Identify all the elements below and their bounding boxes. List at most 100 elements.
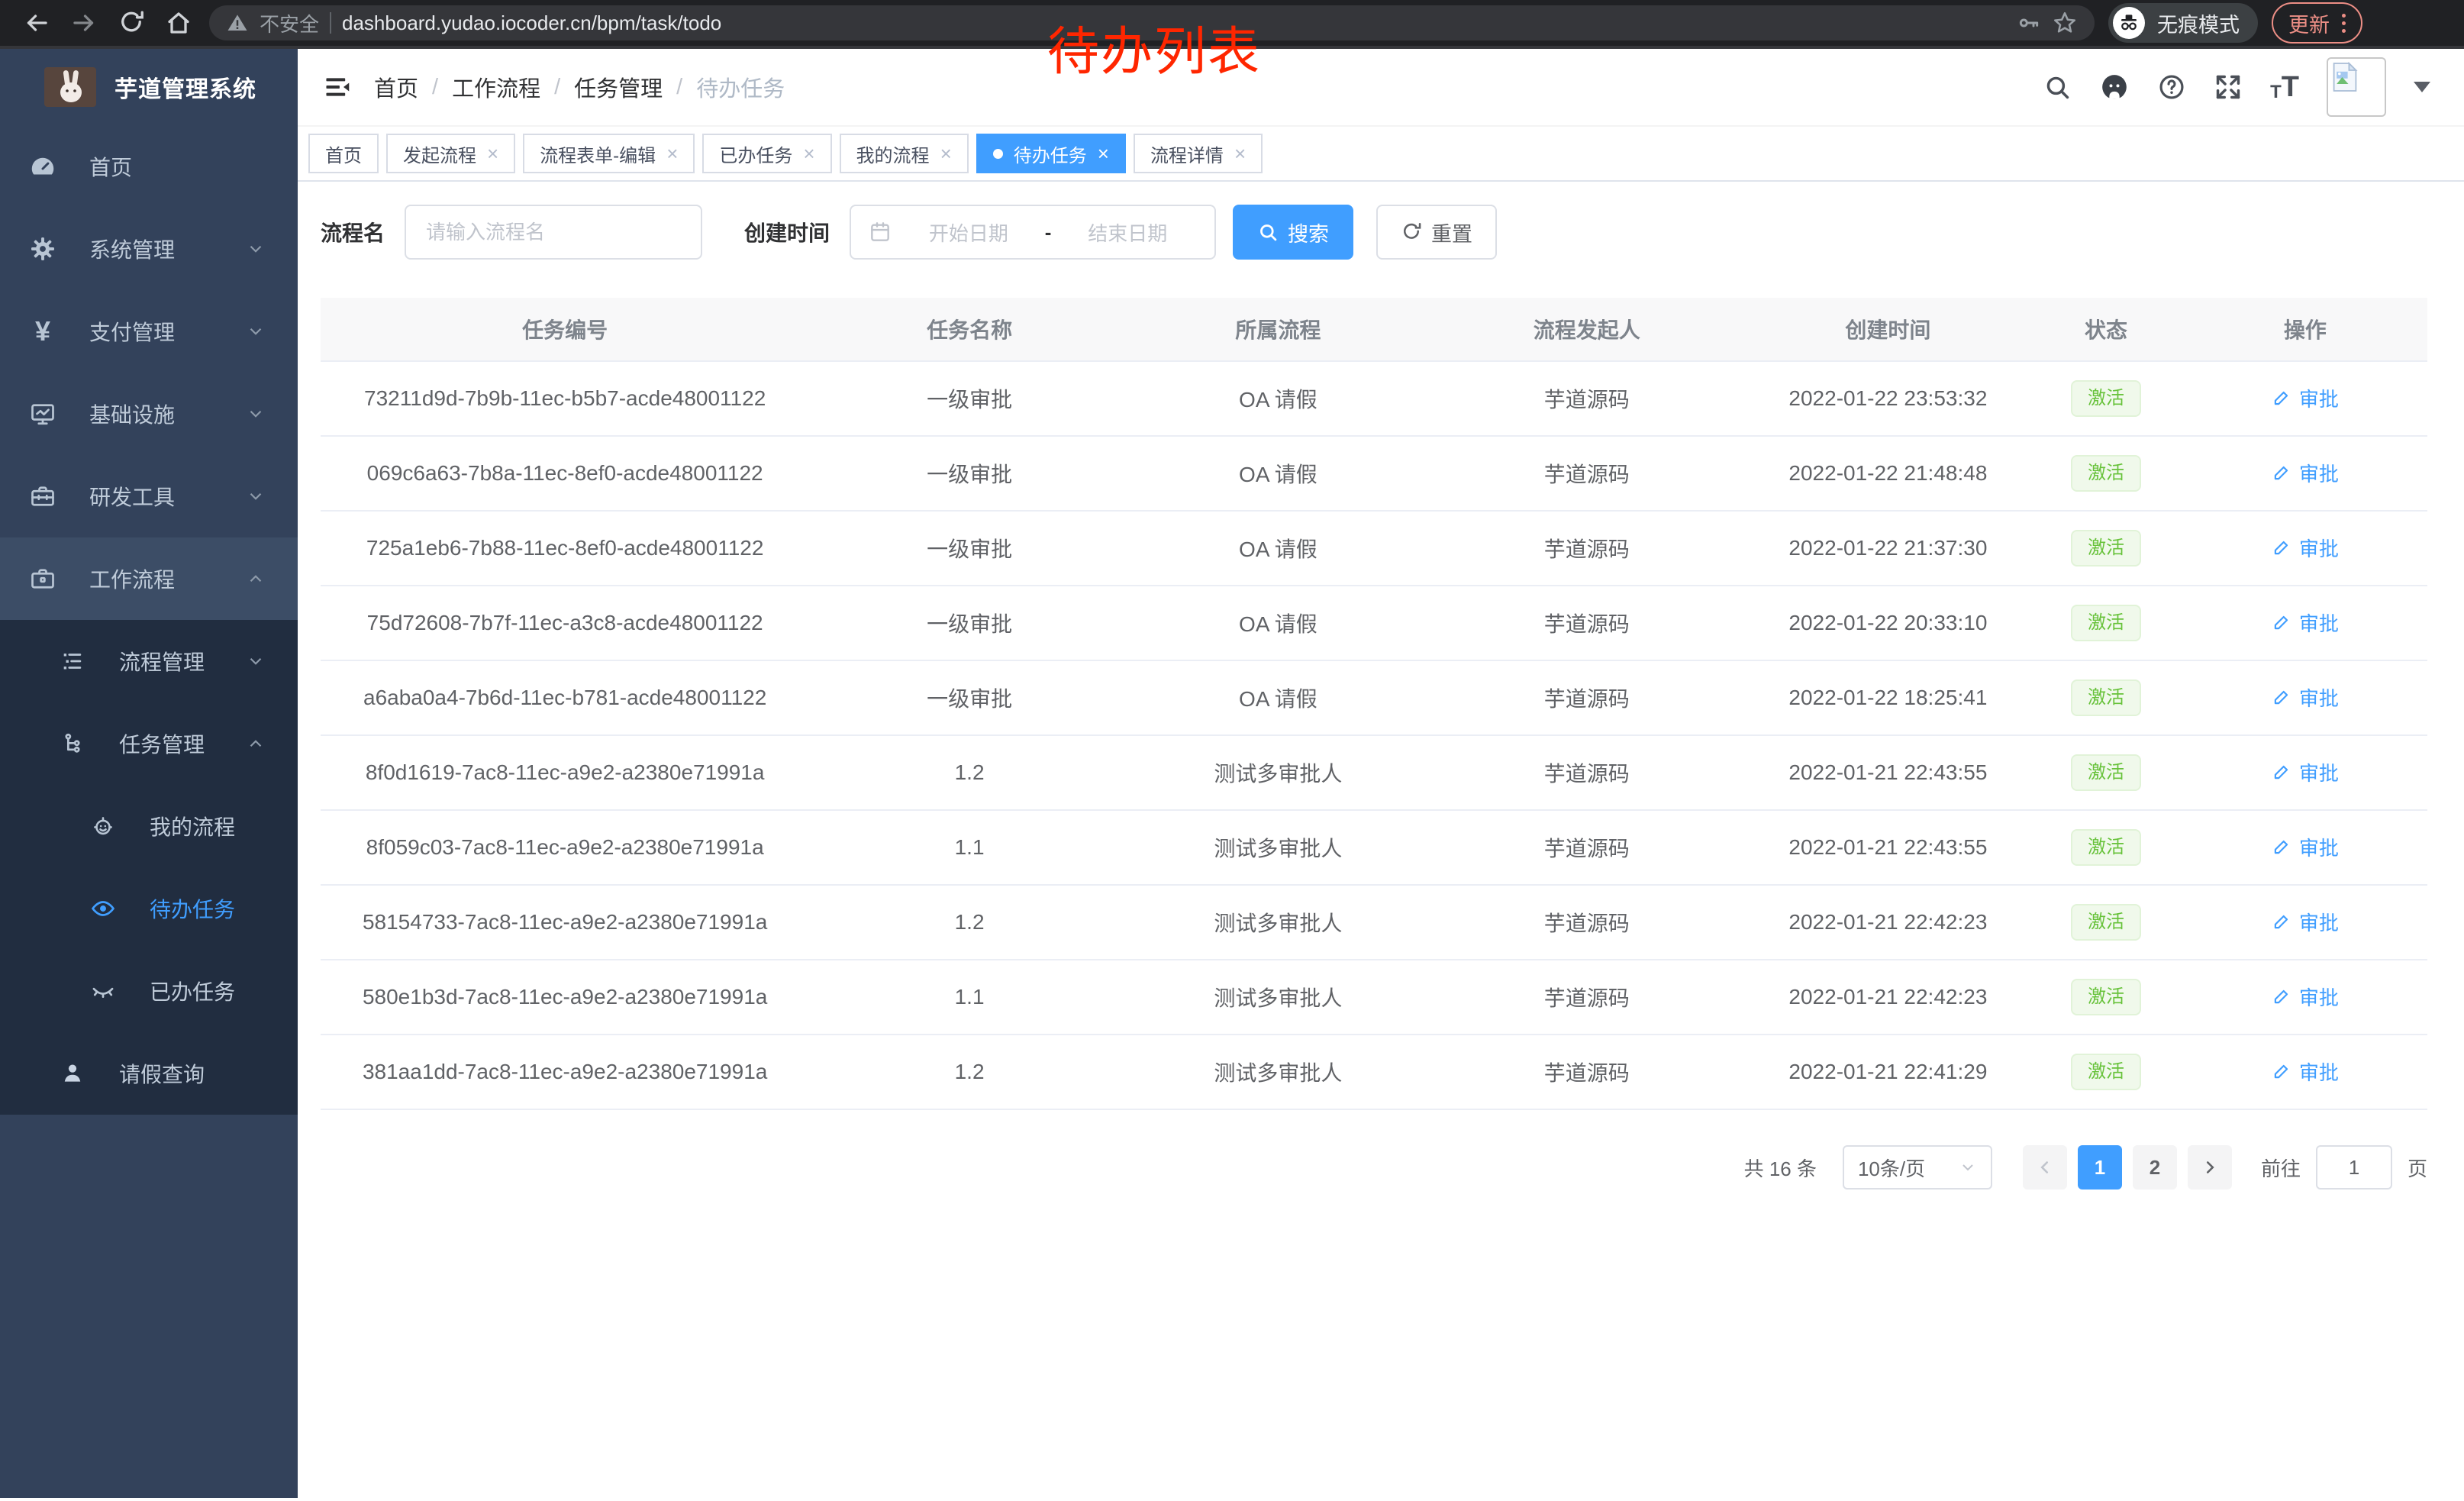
reset-button[interactable]: 重置 — [1376, 205, 1497, 260]
pencil-icon — [2272, 986, 2291, 1006]
approve-link[interactable]: 审批 — [2272, 608, 2339, 637]
gear-icon — [25, 235, 60, 263]
sidebar-item-infra[interactable]: 基础设施 — [0, 373, 298, 455]
task-name: 一级审批 — [809, 436, 1130, 511]
chevron-down-icon — [1959, 1158, 1977, 1177]
tab-start-process[interactable]: 发起流程× — [386, 134, 515, 173]
monitor-icon — [25, 400, 60, 428]
process-name-input[interactable] — [405, 205, 702, 260]
tab-todo-tasks[interactable]: 待办任务× — [976, 134, 1126, 173]
sidebar-item-task-mgmt[interactable]: 任务管理 — [0, 702, 298, 785]
tab-home[interactable]: 首页 — [308, 134, 379, 173]
close-icon[interactable]: × — [803, 144, 814, 163]
page-1-button[interactable]: 1 — [2078, 1145, 2122, 1190]
tab-process-detail[interactable]: 流程详情× — [1134, 134, 1263, 173]
approve-link[interactable]: 审批 — [2272, 1057, 2339, 1086]
fullscreen-icon[interactable] — [2214, 73, 2243, 102]
approve-link[interactable]: 审批 — [2272, 534, 2339, 562]
search-button[interactable]: 搜索 — [1233, 205, 1353, 260]
incognito-badge: 无痕模式 — [2108, 3, 2258, 43]
help-icon[interactable] — [2157, 73, 2186, 102]
app-logo — [44, 67, 96, 107]
task-name: 1.1 — [809, 810, 1130, 885]
sidebar-label: 已办任务 — [150, 976, 235, 1006]
prev-page-button[interactable] — [2023, 1145, 2067, 1190]
col-initiator: 流程发起人 — [1427, 298, 1747, 361]
page-size-select[interactable]: 10条/页 — [1843, 1145, 1992, 1190]
update-button[interactable]: 更新 — [2272, 2, 2362, 44]
close-icon[interactable]: × — [487, 144, 498, 163]
sidebar-item-payment[interactable]: ¥ 支付管理 — [0, 290, 298, 373]
chevron-down-icon — [246, 239, 266, 259]
col-status: 状态 — [2029, 298, 2182, 361]
font-size-icon[interactable]: TT — [2270, 73, 2299, 102]
close-icon[interactable]: × — [666, 144, 678, 163]
screen: 不安全 dashboard.yudao.iocoder.cn/bpm/task/… — [0, 0, 2464, 1501]
sidebar-item-system[interactable]: 系统管理 — [0, 208, 298, 290]
person-icon — [55, 1060, 90, 1086]
bookmark-star-icon[interactable] — [2052, 10, 2078, 36]
status-badge: 激活 — [2071, 754, 2141, 791]
browser-home-icon[interactable] — [162, 6, 195, 40]
table-header-row: 任务编号 任务名称 所属流程 流程发起人 创建时间 状态 操作 — [321, 298, 2427, 361]
refresh-icon — [1401, 221, 1422, 243]
key-icon[interactable] — [2017, 11, 2041, 35]
close-icon[interactable]: × — [1234, 144, 1246, 163]
task-initiator: 芋道源码 — [1427, 586, 1747, 660]
task-name: 1.1 — [809, 960, 1130, 1035]
search-icon[interactable] — [2043, 73, 2072, 102]
page-2-button[interactable]: 2 — [2133, 1145, 2177, 1190]
goto-page-input[interactable] — [2316, 1145, 2392, 1190]
sidebar-collapse-icon[interactable] — [324, 75, 351, 99]
sidebar-item-leave-query[interactable]: 请假查询 — [0, 1032, 298, 1115]
status-badge: 激活 — [2071, 605, 2141, 641]
approve-link[interactable]: 审批 — [2272, 833, 2339, 861]
task-process: 测试多审批人 — [1130, 885, 1427, 960]
task-id: a6aba0a4-7b6d-11ec-b781-acde48001122 — [321, 660, 809, 735]
sidebar-item-my-process[interactable]: 我的流程 — [0, 785, 298, 867]
sidebar-item-workflow[interactable]: 工作流程 — [0, 537, 298, 620]
chevron-down-icon — [246, 404, 266, 424]
approve-link[interactable]: 审批 — [2272, 384, 2339, 412]
github-icon[interactable] — [2099, 72, 2130, 102]
sidebar-item-todo-tasks[interactable]: 待办任务 — [0, 867, 298, 950]
tab-form-edit[interactable]: 流程表单-编辑× — [523, 134, 695, 173]
avatar-dropdown-icon[interactable] — [2414, 82, 2430, 92]
task-created: 2022-01-22 20:33:10 — [1747, 586, 2030, 660]
browser-reload-icon[interactable] — [114, 6, 148, 40]
task-id: 725a1eb6-7b88-11ec-8ef0-acde48001122 — [321, 511, 809, 586]
sidebar-item-home[interactable]: 首页 — [0, 125, 298, 208]
browser-menu-icon[interactable] — [2342, 14, 2346, 33]
breadcrumb-item[interactable]: 任务管理 — [574, 71, 663, 103]
approve-link[interactable]: 审批 — [2272, 758, 2339, 786]
task-id: 381aa1dd-7ac8-11ec-a9e2-a2380e71991a — [321, 1035, 809, 1109]
breadcrumb-item[interactable]: 工作流程 — [452, 71, 540, 103]
approve-link[interactable]: 审批 — [2272, 683, 2339, 712]
status-badge: 激活 — [2071, 679, 2141, 716]
sidebar-label: 请假查询 — [119, 1058, 205, 1089]
close-icon[interactable]: × — [1098, 144, 1109, 163]
sidebar-item-done-tasks[interactable]: 已办任务 — [0, 950, 298, 1032]
browser-back-icon[interactable] — [20, 6, 53, 40]
approve-link[interactable]: 审批 — [2272, 983, 2339, 1011]
tab-done-tasks[interactable]: 已办任务× — [702, 134, 831, 173]
browser-forward-icon[interactable] — [67, 6, 101, 40]
chevron-right-icon — [2200, 1157, 2220, 1177]
approve-link[interactable]: 审批 — [2272, 908, 2339, 936]
breadcrumb-item[interactable]: 首页 — [374, 71, 418, 103]
security-label: 不安全 — [260, 9, 319, 37]
date-range-picker[interactable]: 开始日期 - 结束日期 — [850, 205, 1216, 260]
sidebar-item-process-mgmt[interactable]: 流程管理 — [0, 620, 298, 702]
close-icon[interactable]: × — [940, 144, 952, 163]
approve-link[interactable]: 审批 — [2272, 459, 2339, 487]
sidebar-label: 系统管理 — [89, 234, 175, 264]
task-initiator: 芋道源码 — [1427, 810, 1747, 885]
tab-my-process[interactable]: 我的流程× — [840, 134, 969, 173]
avatar[interactable] — [2327, 57, 2386, 117]
security-warning-icon — [226, 11, 249, 34]
task-created: 2022-01-21 22:42:23 — [1747, 960, 2030, 1035]
next-page-button[interactable] — [2188, 1145, 2232, 1190]
sidebar-item-devtools[interactable]: 研发工具 — [0, 455, 298, 537]
chevron-down-icon — [246, 321, 266, 341]
task-initiator: 芋道源码 — [1427, 735, 1747, 810]
